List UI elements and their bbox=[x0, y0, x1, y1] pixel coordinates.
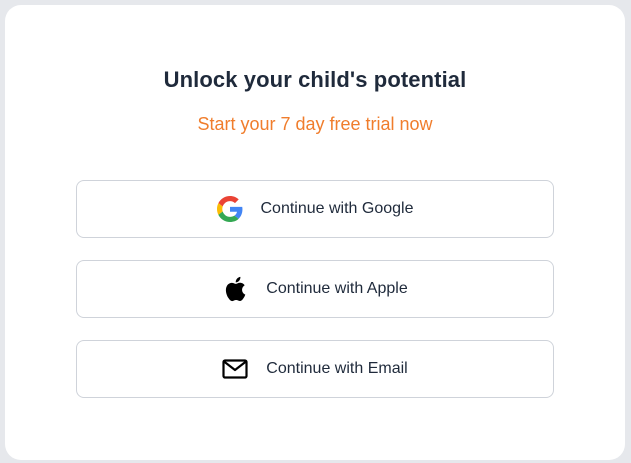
continue-with-email-button[interactable]: Continue with Email bbox=[76, 340, 554, 398]
continue-with-google-button[interactable]: Continue with Google bbox=[76, 180, 554, 238]
continue-with-apple-button[interactable]: Continue with Apple bbox=[76, 260, 554, 318]
email-icon bbox=[222, 356, 248, 382]
apple-icon bbox=[222, 276, 248, 302]
email-button-label: Continue with Email bbox=[266, 360, 408, 377]
google-icon bbox=[216, 196, 243, 222]
apple-button-label: Continue with Apple bbox=[266, 280, 408, 297]
google-button-label: Continue with Google bbox=[260, 200, 414, 217]
trial-subtitle: Start your 7 day free trial now bbox=[197, 114, 433, 134]
signup-card: Unlock your child's potential Start your… bbox=[5, 5, 625, 460]
page-title: Unlock your child's potential bbox=[163, 67, 467, 92]
